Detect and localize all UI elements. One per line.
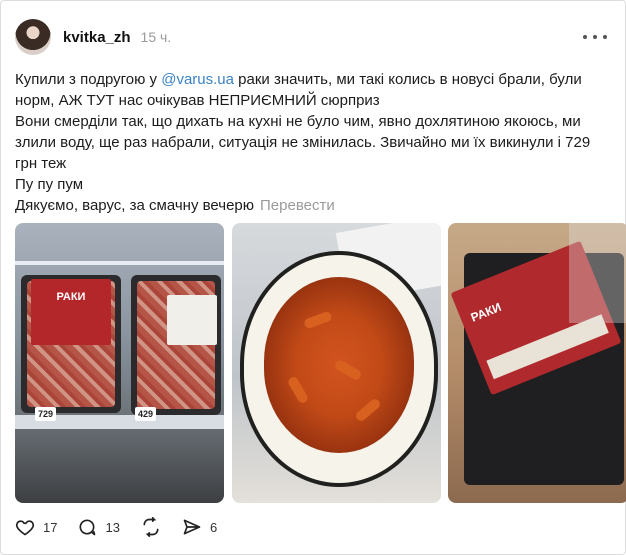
action-bar: 17 13 6 (15, 515, 237, 539)
package-label-text: РАКИ (56, 291, 86, 303)
post-card: kvitka_zh 15 ч. Купили з подругою у @var… (0, 0, 626, 555)
post-time[interactable]: 15 ч. (141, 29, 172, 45)
text-fragment: Дякуємо, варус, за смачну вечерю (15, 197, 255, 214)
avatar[interactable] (15, 19, 51, 55)
price-tag: 429 (135, 407, 157, 421)
shelf-light (15, 261, 224, 265)
package-label: РАКИ (31, 279, 111, 345)
username[interactable]: kvitka_zh (63, 29, 131, 46)
heart-icon (15, 520, 35, 536)
like-button[interactable]: 17 (15, 517, 57, 537)
share-button[interactable]: 6 (182, 517, 217, 537)
post-text: Купили з подругою у @varus.ua раки значи… (15, 69, 615, 216)
repost-icon (143, 517, 159, 537)
photo-store-shelf[interactable]: РАКИ 729 429 (15, 223, 224, 503)
comment-count: 13 (105, 519, 120, 535)
post-paragraph-1: Купили з подругою у @varus.ua раки значи… (15, 69, 615, 111)
photo-empty-tray[interactable]: РАКИ (448, 223, 626, 503)
text-fragment: Купили з подругою у (15, 71, 162, 88)
repost-button[interactable] (140, 517, 162, 537)
package-label-text: РАКИ (468, 299, 504, 325)
more-icon[interactable] (583, 27, 607, 47)
price-tag: 729 (35, 407, 57, 421)
comment-button[interactable]: 13 (77, 517, 120, 537)
post-paragraph-2: Вони смерділи так, що дихать на кухні не… (15, 113, 591, 172)
share-count: 6 (209, 519, 218, 535)
mention-link[interactable]: @varus.ua (161, 71, 234, 88)
package-sticker (167, 295, 217, 345)
translate-link[interactable]: Перевести (260, 197, 335, 214)
post-paragraph-3: Пу пу пум (15, 176, 84, 193)
plastic-film (569, 223, 626, 323)
pot (240, 251, 438, 487)
photo-crayfish-pot[interactable] (232, 223, 441, 503)
photo-gallery: РАКИ 729 429 РАКИ (15, 223, 626, 503)
post-paragraph-4: Дякуємо, варус, за смачну вечерю Перевест… (15, 195, 615, 216)
post-header: kvitka_zh 15 ч. (15, 17, 607, 57)
like-count: 17 (43, 519, 58, 535)
comment-icon (79, 519, 96, 536)
share-icon (183, 519, 201, 535)
